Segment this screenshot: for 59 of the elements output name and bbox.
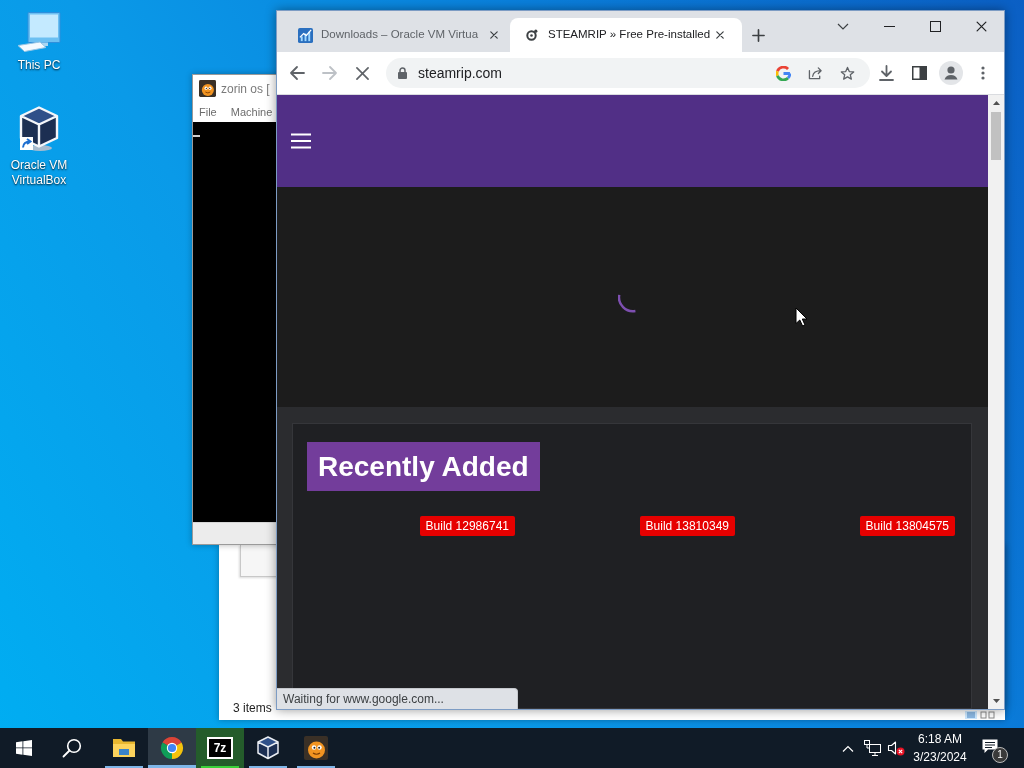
download-icon — [878, 65, 894, 81]
close-icon — [716, 31, 724, 39]
app-logo: 7z — [207, 737, 233, 759]
scrollbar-thumb[interactable] — [991, 112, 1001, 160]
folder-icon — [112, 738, 136, 758]
triangle-down-icon — [992, 699, 1000, 703]
cube-shortcut-icon[interactable] — [19, 106, 59, 152]
window-title: zorin os [ — [221, 80, 270, 98]
taskbar-app-button[interactable]: 7z — [196, 728, 244, 768]
menu-item[interactable]: File — [199, 105, 217, 119]
loading-spinner-icon — [617, 293, 637, 313]
google-g-icon — [775, 65, 791, 81]
menu-icon — [290, 133, 312, 149]
build-badge: Build 12986741 — [419, 516, 515, 536]
clock[interactable]: 6:18 AM 3/23/2024 — [908, 728, 972, 768]
side-panel-icon — [911, 66, 927, 80]
star-icon — [839, 65, 855, 81]
mascot-face-icon — [304, 736, 328, 760]
menu-button[interactable] — [290, 132, 312, 150]
build-badge: Build 13810349 — [639, 516, 735, 536]
notification-count: 1 — [992, 747, 1008, 763]
lock-icon — [398, 67, 407, 79]
maximize-icon — [929, 20, 941, 32]
triangle-up-icon — [992, 101, 1000, 105]
text-cursor-icon — [193, 135, 200, 137]
share-icon — [807, 66, 823, 80]
menu-item[interactable]: Machine — [230, 105, 273, 119]
section-heading: Recently Added — [307, 442, 540, 491]
close-icon — [975, 20, 987, 32]
start-icon — [16, 740, 32, 756]
plus-icon — [751, 28, 765, 42]
round-favicon-icon — [526, 29, 538, 41]
forward-arrow-icon — [322, 65, 338, 81]
mouse-pointer-icon — [795, 307, 808, 327]
chevron-down-icon — [837, 22, 849, 30]
scrollbar[interactable] — [988, 95, 1004, 709]
minimize-icon — [883, 25, 895, 27]
chrome-icon — [160, 736, 184, 760]
cube-icon — [257, 736, 279, 760]
close-icon — [490, 31, 498, 39]
network-icon — [863, 740, 881, 756]
kebab-menu-icon — [981, 66, 985, 80]
browser-tab[interactable]: Downloads – Oracle VM Virtua — [283, 18, 508, 52]
status-text: 3 items — [233, 700, 272, 716]
chevron-up-icon — [842, 744, 854, 752]
status-bubble: Waiting for www.google.com... — [277, 688, 518, 709]
notifications-button[interactable]: 1 — [972, 728, 1014, 768]
build-badge: Build 13804575 — [859, 516, 955, 536]
profile-button[interactable] — [937, 59, 965, 87]
search-icon — [62, 738, 82, 758]
person-avatar-icon — [939, 61, 963, 85]
computer-icon[interactable] — [17, 12, 61, 52]
taskbar-app-button[interactable] — [148, 728, 196, 768]
address-bar[interactable]: steamrip.com — [386, 58, 870, 88]
browser-tab[interactable]: STEAMRIP » Free Pre-installed — [510, 18, 742, 52]
chart-favicon-icon — [297, 27, 313, 43]
notifications-icon — [982, 738, 998, 754]
mascot-face-icon — [199, 80, 216, 97]
back-arrow-icon — [289, 65, 305, 81]
